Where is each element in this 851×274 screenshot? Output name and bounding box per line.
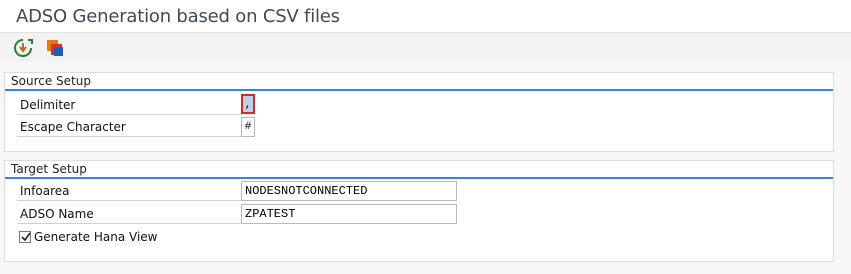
escape-character-input[interactable]: # — [241, 117, 255, 137]
adso-name-input[interactable]: ZPATEST — [241, 204, 457, 224]
generate-hana-view-checkbox[interactable] — [19, 231, 31, 243]
source-setup-divider — [5, 89, 833, 91]
source-setup-group: Source Setup Delimiter , Escape Characte… — [4, 72, 834, 152]
target-setup-title: Target Setup — [11, 162, 87, 176]
execute-button[interactable] — [12, 37, 34, 59]
escape-character-label-box: Escape Character — [17, 117, 243, 137]
application-toolbar — [0, 32, 851, 62]
delimiter-label-box: Delimiter — [17, 95, 243, 115]
copy-icon — [47, 40, 63, 56]
source-setup-title: Source Setup — [11, 74, 91, 88]
delimiter-label: Delimiter — [20, 98, 76, 112]
generate-hana-view-label: Generate Hana View — [34, 230, 158, 244]
escape-character-label: Escape Character — [20, 120, 126, 134]
main-content: Source Setup Delimiter , Escape Characte… — [0, 62, 851, 274]
copy-button[interactable] — [44, 37, 66, 59]
infoarea-input[interactable]: NODESNOTCONNECTED — [241, 181, 457, 201]
window-title: ADSO Generation based on CSV files — [16, 6, 340, 27]
execute-icon — [14, 39, 33, 57]
title-bar: ADSO Generation based on CSV files — [0, 0, 851, 32]
adso-name-label: ADSO Name — [20, 207, 94, 221]
delimiter-input[interactable]: , — [241, 94, 255, 114]
target-setup-divider — [5, 177, 833, 179]
infoarea-label: Infoarea — [20, 184, 70, 198]
infoarea-label-box: Infoarea — [17, 181, 243, 201]
target-setup-group: Target Setup Infoarea NODESNOTCONNECTED … — [4, 160, 834, 262]
adso-name-label-box: ADSO Name — [17, 204, 243, 224]
checkmark-icon — [21, 232, 31, 242]
